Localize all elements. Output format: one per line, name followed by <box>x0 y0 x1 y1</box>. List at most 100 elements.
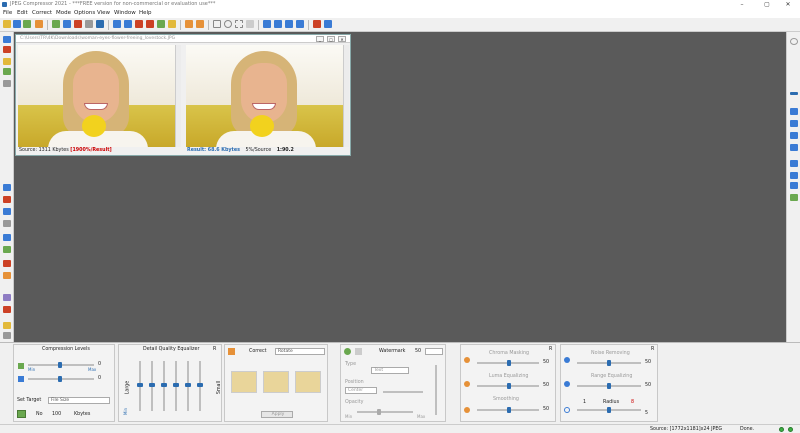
watermark-vertical-slider[interactable] <box>435 365 437 415</box>
zoom-slider-icon[interactable] <box>790 92 798 95</box>
curves-tool-icon[interactable] <box>3 260 11 267</box>
preview-icon[interactable] <box>63 20 71 28</box>
minimize-button[interactable]: – <box>730 0 754 9</box>
range-thumb[interactable] <box>607 383 611 389</box>
palette-tool-icon[interactable] <box>3 294 11 301</box>
file-size-field[interactable]: File Size <box>48 397 110 404</box>
zoom-in-icon[interactable] <box>113 20 121 28</box>
flip-preview[interactable] <box>263 371 289 393</box>
menu-mode[interactable]: Mode <box>56 10 71 16</box>
luma-thumb[interactable] <box>507 383 511 389</box>
rotate-left-preview[interactable] <box>231 371 257 393</box>
align-right-icon[interactable] <box>296 20 304 28</box>
crop-icon[interactable] <box>135 20 143 28</box>
menu-correct[interactable]: Correct <box>32 10 52 16</box>
color-icon[interactable] <box>185 20 193 28</box>
watermark-enable-icon[interactable] <box>344 348 351 355</box>
menu-edit[interactable]: Edit <box>17 10 28 16</box>
rotate-right-preview[interactable] <box>295 371 321 393</box>
menu-options[interactable]: Options <box>74 10 95 16</box>
watermark-type-select[interactable]: Text <box>371 367 409 374</box>
compression-thumb-2[interactable] <box>58 376 62 382</box>
view-single-icon[interactable] <box>790 172 798 179</box>
zoom-out-icon[interactable] <box>124 20 132 28</box>
layer-tool-icon[interactable] <box>3 184 11 191</box>
adjust-icon[interactable] <box>168 20 176 28</box>
apply-target-button[interactable] <box>17 410 26 418</box>
watermark-image-icon[interactable] <box>355 348 362 355</box>
watermark-zoom-select[interactable] <box>425 348 443 355</box>
compress-icon[interactable] <box>52 20 60 28</box>
settings-icon[interactable] <box>85 20 93 28</box>
compare-icon[interactable] <box>313 20 321 28</box>
flip-icon[interactable] <box>157 20 165 28</box>
result-image[interactable] <box>186 45 349 147</box>
measure-tool-icon[interactable] <box>3 220 11 227</box>
quality-thumb-4[interactable] <box>173 383 179 387</box>
source-scrollbar[interactable] <box>175 45 181 147</box>
histogram-tool-icon[interactable] <box>3 234 11 241</box>
mask-tool-icon[interactable] <box>3 196 11 203</box>
select-tool-icon[interactable] <box>3 36 11 43</box>
ellipse-select-icon[interactable] <box>224 20 232 28</box>
menu-file[interactable]: File <box>3 10 12 16</box>
quality-thumb-3[interactable] <box>161 383 167 387</box>
noise-thumb[interactable] <box>607 360 611 366</box>
sync-icon[interactable] <box>790 194 798 201</box>
actual-size-icon[interactable] <box>790 144 798 151</box>
quality-thumb-2[interactable] <box>149 383 155 387</box>
save-icon[interactable] <box>13 20 21 28</box>
zoom-circle-icon[interactable] <box>790 38 798 45</box>
zoom-out-side-icon[interactable] <box>790 120 798 127</box>
view-tile-icon[interactable] <box>790 182 798 189</box>
align-left-icon[interactable] <box>263 20 271 28</box>
watermark-position-slider[interactable] <box>383 391 423 393</box>
correct-mode-select[interactable]: Rotate <box>275 348 325 355</box>
compare-close-button[interactable]: ✕ <box>338 36 346 42</box>
watermark-position-select[interactable]: Center <box>345 387 377 394</box>
pencil-tool-icon[interactable] <box>3 322 11 329</box>
folder-icon[interactable] <box>35 20 43 28</box>
color-tool-icon[interactable] <box>3 272 11 279</box>
fill-tool-icon[interactable] <box>3 68 11 75</box>
effects-icon[interactable] <box>196 20 204 28</box>
align-center-icon[interactable] <box>274 20 282 28</box>
noise-reset[interactable]: R <box>651 347 654 352</box>
menu-view[interactable]: View <box>97 10 110 16</box>
correct-apply-button[interactable]: Apply <box>261 411 293 418</box>
menu-window[interactable]: Window <box>114 10 136 16</box>
lasso-icon[interactable] <box>235 20 243 28</box>
watermark-opacity-slider[interactable] <box>357 411 413 413</box>
hand-tool-icon[interactable] <box>3 332 11 339</box>
watermark-opacity-thumb[interactable] <box>377 409 381 415</box>
brush-icon[interactable] <box>246 20 254 28</box>
compression-thumb-1[interactable] <box>58 362 62 368</box>
menu-help[interactable]: Help <box>139 10 152 16</box>
view-split-icon[interactable] <box>790 160 798 167</box>
rectangle-select-icon[interactable] <box>213 20 221 28</box>
watermark-zoom[interactable]: 50 <box>415 349 421 354</box>
stamp-tool-icon[interactable] <box>3 306 11 313</box>
zoom-in-side-icon[interactable] <box>790 108 798 115</box>
levels-tool-icon[interactable] <box>3 246 11 253</box>
eraser-tool-icon[interactable] <box>3 80 11 87</box>
smoothing-reset[interactable]: R <box>549 347 552 352</box>
source-image[interactable] <box>18 45 181 147</box>
save-as-icon[interactable] <box>23 20 31 28</box>
quality-thumb-5[interactable] <box>185 383 191 387</box>
close-button[interactable]: ✕ <box>776 0 800 9</box>
compare-minimize-button[interactable]: _ <box>316 36 324 42</box>
result-scrollbar[interactable] <box>343 45 349 147</box>
smoothing-thumb[interactable] <box>507 407 511 413</box>
crop-tool-icon[interactable] <box>3 46 11 53</box>
brush-tool-icon[interactable] <box>3 58 11 65</box>
quality-thumb-1[interactable] <box>137 383 143 387</box>
quality-thumb-6[interactable] <box>197 383 203 387</box>
chroma-thumb[interactable] <box>507 360 511 366</box>
quality-reset[interactable]: R <box>213 347 216 352</box>
batch-icon[interactable] <box>74 20 82 28</box>
help-icon[interactable] <box>96 20 104 28</box>
open-icon[interactable] <box>3 20 11 28</box>
text-icon[interactable] <box>285 20 293 28</box>
compare-maximize-button[interactable]: ▢ <box>327 36 335 42</box>
